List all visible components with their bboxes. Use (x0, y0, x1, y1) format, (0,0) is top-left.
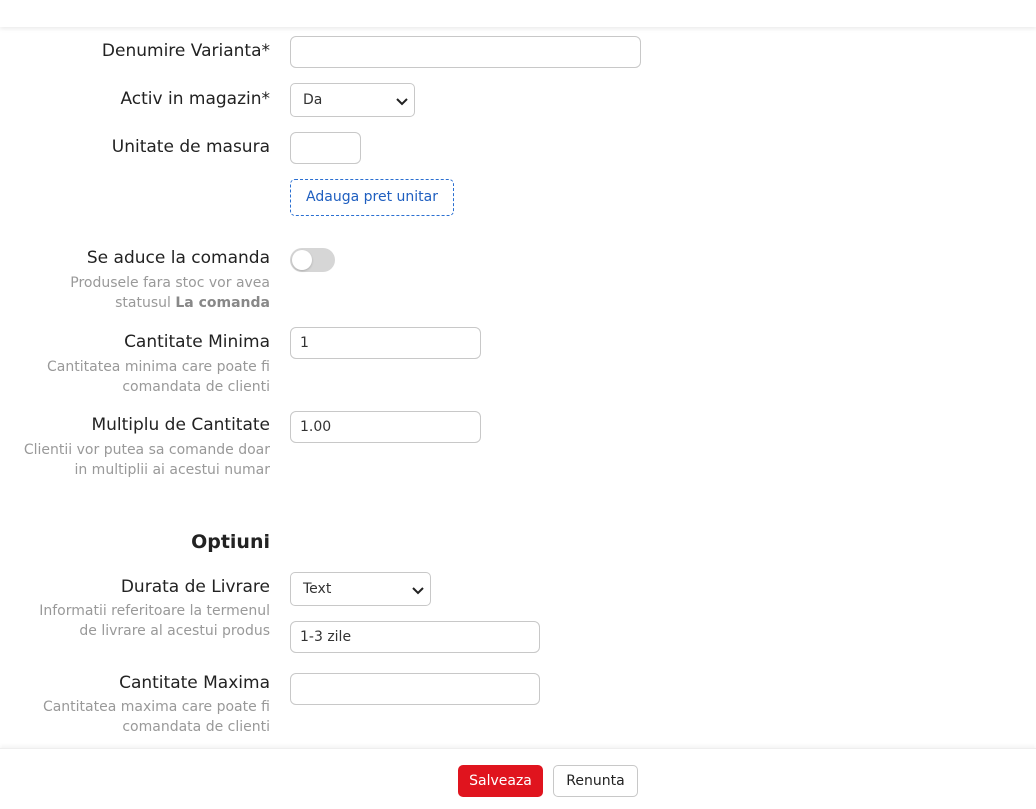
max-quantity-hint: Cantitatea maxima care poate fi comandat… (43, 697, 270, 737)
brought-on-order-hint-line2: statusul La comanda (70, 293, 270, 313)
delivery-time-hint-line1: Informatii referitoare la termenul (39, 603, 270, 619)
quantity-multiple-input[interactable]: 1.00 (290, 411, 481, 443)
brought-on-order-hint-prefix: statusul (115, 295, 176, 311)
delivery-time-hint-line2: de livrare al acestui produs (79, 623, 270, 639)
min-quantity-hint-line1: Cantitatea minima care poate fi (47, 359, 270, 375)
brought-on-order-hint-line1: Produsele fara stoc vor avea (70, 275, 270, 291)
min-quantity-input[interactable]: 1 (290, 327, 481, 359)
unit-of-measure-label: Unitate de masura (111, 137, 270, 157)
max-quantity-label: Cantitate Maxima (119, 673, 270, 693)
toggle-knob (292, 250, 312, 270)
quantity-multiple-label: Multiplu de Cantitate (91, 415, 270, 435)
add-unit-price-button[interactable]: Adauga pret unitar (290, 179, 454, 216)
delivery-time-type-value: Text (303, 581, 332, 597)
cancel-button[interactable]: Renunta (553, 765, 638, 797)
save-button[interactable]: Salveaza (458, 765, 543, 797)
max-quantity-hint-line2: comandata de clienti (122, 719, 270, 735)
delivery-time-hint: Informatii referitoare la termenul de li… (39, 601, 270, 641)
brought-on-order-toggle[interactable] (290, 248, 335, 272)
variant-name-label: Denumire Varianta* (101, 41, 270, 61)
chevron-down-icon (396, 98, 408, 106)
quantity-multiple-hint-line1: Clientii vor putea sa comande doar (23, 442, 270, 458)
delivery-time-type-select[interactable]: Text (290, 572, 431, 606)
min-quantity-hint: Cantitatea minima care poate fi comandat… (47, 357, 270, 397)
max-quantity-input[interactable] (290, 673, 540, 705)
active-in-store-value: Da (303, 92, 323, 108)
max-quantity-hint-line1: Cantitatea maxima care poate fi (42, 699, 270, 715)
chevron-down-icon (412, 587, 424, 595)
top-bar (0, 0, 1036, 27)
brought-on-order-hint: Produsele fara stoc vor avea statusul La… (70, 273, 270, 313)
variant-name-input[interactable] (290, 36, 641, 68)
min-quantity-hint-line2: comandata de clienti (122, 379, 270, 395)
active-in-store-label: Activ in magazin* (120, 89, 270, 109)
quantity-multiple-hint-line2: in multiplii ai acestui numar (74, 462, 270, 478)
min-quantity-label: Cantitate Minima (124, 332, 270, 352)
brought-on-order-hint-bold: La comanda (175, 295, 270, 311)
unit-of-measure-input[interactable] (290, 132, 361, 164)
options-section-title: Optiuni (191, 531, 270, 553)
delivery-time-input[interactable]: 1-3 zile (290, 621, 540, 653)
delivery-time-label: Durata de Livrare (120, 577, 270, 597)
active-in-store-select[interactable]: Da (290, 83, 415, 117)
brought-on-order-label: Se aduce la comanda (86, 248, 270, 268)
quantity-multiple-hint: Clientii vor putea sa comande doar in mu… (24, 440, 270, 480)
